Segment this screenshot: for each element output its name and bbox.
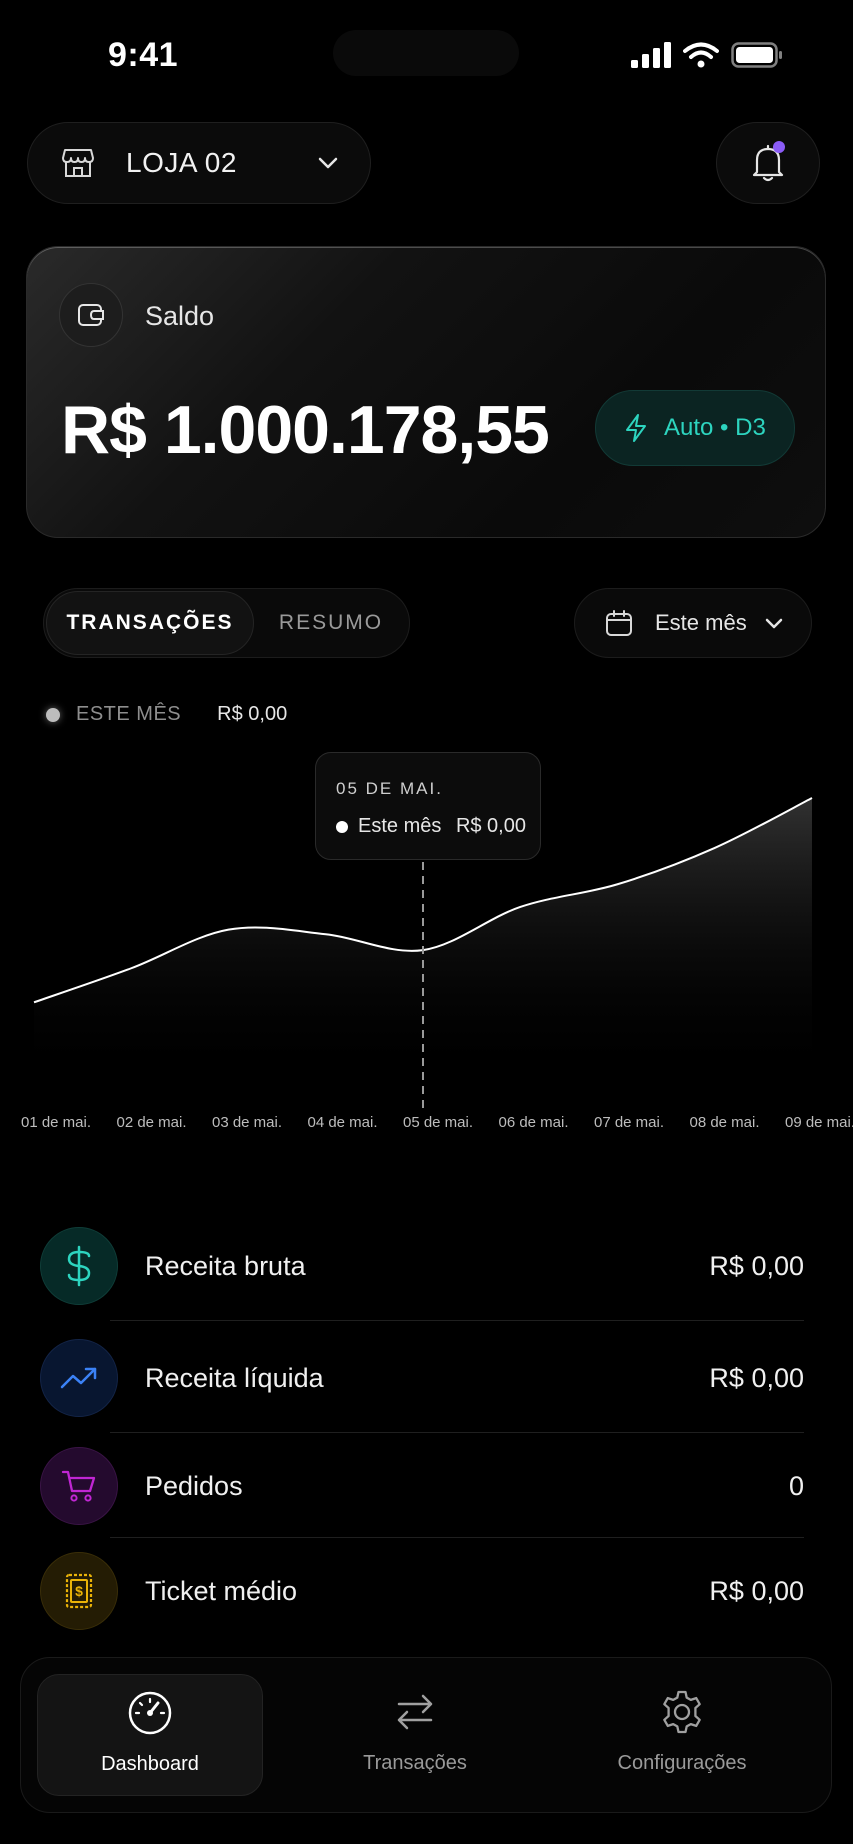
tooltip-dot bbox=[336, 820, 348, 833]
svg-text:$: $ bbox=[75, 1583, 83, 1599]
metric-icon-wrapper: $ bbox=[40, 1552, 118, 1630]
metric-value: R$ 0,00 bbox=[709, 1575, 804, 1606]
divider bbox=[110, 1320, 804, 1321]
divider bbox=[110, 1432, 804, 1433]
legend-value: R$ 0,00 bbox=[217, 703, 288, 725]
trending-up-icon bbox=[60, 1367, 97, 1389]
metric-value: R$ 0,00 bbox=[709, 1362, 804, 1393]
metric-label: Receita líquida bbox=[145, 1362, 324, 1393]
balance-card: Saldo R$ 1.000.178,55 Auto • D3 bbox=[26, 246, 826, 538]
store-name: LOJA 02 bbox=[126, 147, 237, 178]
period-label: Este mês bbox=[655, 610, 747, 635]
metric-value: 0 bbox=[788, 1470, 804, 1501]
notifications-button[interactable] bbox=[716, 122, 820, 204]
x-tick-label: 05 de mai. bbox=[402, 1114, 474, 1131]
x-tick-label: 09 de mai. bbox=[784, 1114, 853, 1131]
nav-dashboard[interactable]: Dashboard bbox=[37, 1674, 263, 1796]
arrows-icon bbox=[397, 1694, 433, 1730]
view-toggle: TRANSAÇÕES RESUMO bbox=[43, 588, 410, 658]
gear-icon bbox=[663, 1690, 701, 1734]
auto-payout-badge[interactable]: Auto • D3 bbox=[595, 390, 795, 466]
balance-label: Saldo bbox=[145, 301, 215, 331]
tooltip-row: Este mês R$ 0,00 bbox=[336, 815, 526, 838]
tooltip-series: Este mês bbox=[358, 815, 442, 837]
x-tick-label: 08 de mai. bbox=[689, 1114, 760, 1131]
metric-icon-wrapper bbox=[40, 1227, 118, 1305]
divider bbox=[110, 1537, 804, 1538]
metric-value: R$ 0,00 bbox=[709, 1250, 804, 1281]
metric-pedidos[interactable]: Pedidos 0 bbox=[40, 1446, 804, 1526]
notification-dot bbox=[773, 141, 785, 153]
chevron-down-icon bbox=[765, 618, 783, 629]
x-tick-label: 03 de mai. bbox=[211, 1114, 283, 1131]
nav-configuracoes[interactable]: Configurações bbox=[567, 1674, 797, 1796]
metric-label: Pedidos bbox=[145, 1470, 243, 1501]
chevron-down-icon bbox=[318, 157, 338, 169]
nav-transacoes[interactable]: Transações bbox=[303, 1674, 527, 1796]
chart-legend: ESTE MÊS R$ 0,00 bbox=[46, 703, 287, 726]
bottom-nav: Dashboard Transações Configurações bbox=[20, 1657, 832, 1813]
wallet-icon bbox=[78, 304, 104, 326]
x-tick-label: 02 de mai. bbox=[116, 1114, 187, 1131]
metric-label: Receita bruta bbox=[145, 1250, 306, 1281]
ticket-icon: $ bbox=[65, 1573, 93, 1609]
status-bar: 9:41 bbox=[0, 0, 853, 110]
calendar-icon bbox=[606, 610, 632, 636]
metric-receita-liquida[interactable]: Receita líquida R$ 0,00 bbox=[40, 1338, 804, 1418]
lightning-icon bbox=[626, 414, 646, 442]
tooltip-value: R$ 0,00 bbox=[455, 815, 526, 837]
x-tick-label: 06 de mai. bbox=[498, 1114, 569, 1131]
battery-icon bbox=[731, 42, 782, 68]
auto-payout-label: Auto • D3 bbox=[664, 414, 766, 441]
x-tick-label: 01 de mai. bbox=[20, 1114, 92, 1131]
wifi-icon bbox=[683, 42, 719, 68]
wallet-icon-wrapper bbox=[59, 283, 123, 347]
nav-label: Configurações bbox=[617, 1752, 747, 1774]
x-tick-label: 07 de mai. bbox=[593, 1114, 665, 1131]
metric-icon-wrapper bbox=[40, 1339, 118, 1417]
gauge-icon bbox=[128, 1691, 172, 1735]
tooltip-date: 05 DE MAI. bbox=[336, 779, 443, 798]
metric-label: Ticket médio bbox=[145, 1575, 298, 1606]
balance-value: R$ 1.000.178,55 bbox=[61, 392, 550, 468]
tab-resumo[interactable]: RESUMO bbox=[256, 591, 406, 655]
signal-icon bbox=[631, 42, 671, 68]
status-icons bbox=[631, 42, 783, 68]
metric-receita-bruta[interactable]: Receita bruta R$ 0,00 bbox=[40, 1226, 804, 1306]
metric-ticket-medio[interactable]: $ Ticket médio R$ 0,00 bbox=[40, 1551, 804, 1631]
chart-tooltip: 05 DE MAI. Este mês R$ 0,00 bbox=[315, 752, 541, 860]
nav-label: Dashboard bbox=[101, 1753, 199, 1775]
x-tick-label: 04 de mai. bbox=[307, 1114, 378, 1131]
legend-label: ESTE MÊS bbox=[76, 703, 182, 725]
cart-icon bbox=[61, 1470, 96, 1502]
store-icon bbox=[62, 149, 94, 177]
metric-icon-wrapper bbox=[40, 1447, 118, 1525]
dynamic-island bbox=[333, 30, 519, 76]
tab-transacoes[interactable]: TRANSAÇÕES bbox=[46, 591, 254, 655]
store-selector[interactable]: LOJA 02 bbox=[27, 122, 371, 204]
period-select[interactable]: Este mês bbox=[574, 588, 812, 658]
legend-dot bbox=[46, 707, 60, 722]
dollar-icon bbox=[67, 1245, 91, 1287]
status-time: 9:41 bbox=[108, 36, 179, 74]
nav-label: Transações bbox=[363, 1752, 467, 1774]
